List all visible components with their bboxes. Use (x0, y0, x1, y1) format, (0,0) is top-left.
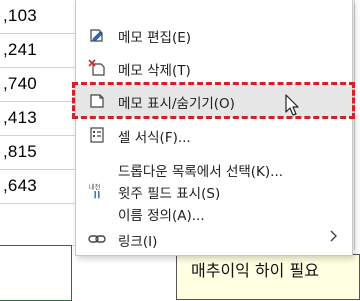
cell-value[interactable]: ,643 (3, 176, 37, 196)
active-cell[interactable] (0, 245, 72, 301)
menu-item-label: 셀 서식(F)... (118, 130, 191, 146)
context-menu: 메모 편집(E) 메모 삭제(T) 메모 표시/숨기기(O) 셀 서식(F)..… (75, 0, 353, 256)
phonetic-guide-icon-text: 내천 (89, 182, 101, 191)
link-icon (88, 230, 106, 248)
mouse-pointer-icon (285, 94, 301, 122)
edit-note-icon (88, 26, 106, 44)
chevron-right-icon (328, 229, 338, 247)
menu-item-format-cells[interactable]: 셀 서식(F)... (76, 118, 352, 152)
grid-line (0, 169, 75, 170)
note-text: 매추이익 하이 필요 (191, 261, 319, 280)
cell-value[interactable]: ,103 (3, 6, 37, 26)
show-hide-note-icon (88, 92, 106, 110)
menu-item-link[interactable]: 링크(I) (76, 222, 352, 256)
cell-value[interactable]: ,413 (3, 108, 37, 128)
cell-value[interactable]: ,815 (3, 142, 37, 162)
grid-line (0, 33, 75, 34)
grid-line (0, 101, 75, 102)
menu-item-edit-note[interactable]: 메모 편집(E) (76, 18, 352, 52)
grid-line (0, 135, 75, 136)
format-cells-icon (88, 126, 106, 144)
menu-item-label: 메모 편집(E) (118, 30, 192, 46)
menu-item-delete-note[interactable]: 메모 삭제(T) (76, 51, 352, 85)
grid-line (0, 203, 75, 204)
menu-item-label: 메모 표시/숨기기(O) (118, 96, 235, 112)
grid-line (354, 0, 355, 250)
menu-item-label: 이름 정의(A)... (118, 208, 205, 224)
menu-item-label: 링크(I) (118, 234, 158, 250)
cell-note[interactable]: 매추이익 하이 필요 (176, 254, 360, 300)
cell-value[interactable]: ,740 (3, 74, 37, 94)
cell-value[interactable]: ,241 (3, 40, 37, 60)
grid-line (0, 67, 75, 68)
menu-item-show-hide-note[interactable]: 메모 표시/숨기기(O) (76, 84, 352, 118)
delete-note-icon (88, 59, 106, 77)
menu-item-label: 메모 삭제(T) (118, 63, 191, 79)
